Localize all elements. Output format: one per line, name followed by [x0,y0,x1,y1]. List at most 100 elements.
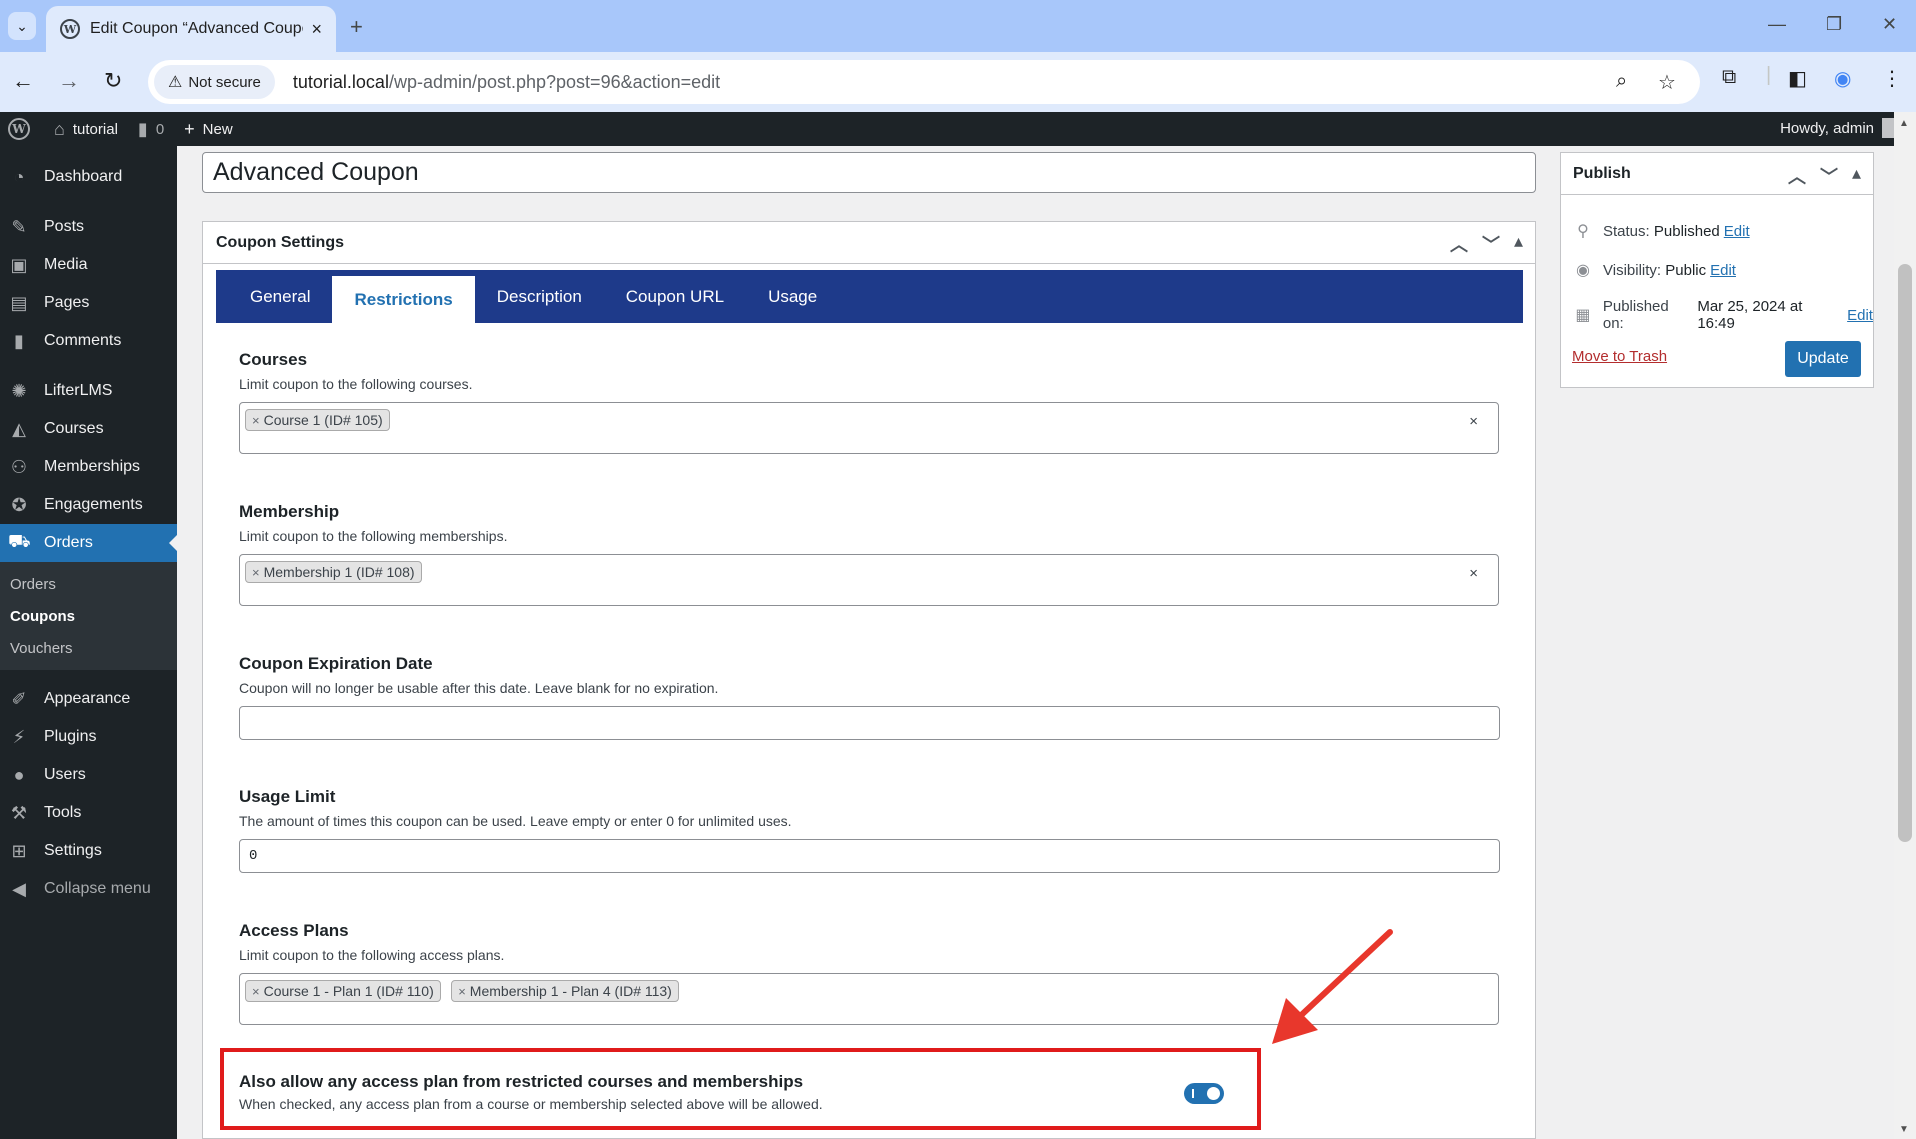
page-scrollbar[interactable]: ▲ ▼ [1894,112,1916,1139]
status-value: Published [1653,222,1720,240]
move-to-trash-link[interactable]: Move to Trash [1572,348,1667,365]
course-chip: × Course 1 (ID# 105) [245,409,390,431]
collapse-label: Collapse menu [44,880,151,897]
edit-status-link[interactable]: Edit [1724,223,1750,240]
comment-bubble-icon: ▮ [137,118,148,139]
tab-description[interactable]: Description [475,270,604,323]
lifterlms-icon: ✺ [11,380,27,401]
access-plan-chip: × Course 1 - Plan 1 (ID# 110) [245,980,441,1002]
forward-icon[interactable]: → [58,68,80,94]
zoom-icon[interactable]: ⌕ [1616,70,1627,93]
wordpress-logo-icon[interactable]: W [8,118,30,140]
sidebar-item-label: Plugins [44,728,97,745]
scrollbar-thumb[interactable] [1898,264,1912,842]
address-bar[interactable]: ⚠ Not secure tutorial.local/wp-admin/pos… [148,60,1700,104]
tab-search-button[interactable]: ⌄ [8,12,36,40]
toggle-panel-icon[interactable]: ▴ [1852,163,1861,189]
sidebar-item-label: Orders [44,534,93,551]
extensions-icon[interactable]: ⧉ [1722,66,1736,89]
expiration-date-input[interactable] [239,706,1500,740]
profile-icon[interactable]: ◉ [1834,66,1851,91]
back-icon[interactable]: ← [12,68,34,94]
remove-chip-icon[interactable]: × [458,984,466,999]
sidebar-item-posts[interactable]: ✎ Posts [0,208,177,246]
clear-selection-icon[interactable]: × [1469,413,1478,430]
minimize-icon[interactable]: — [1768,14,1786,35]
new-tab-icon[interactable]: + [350,14,363,40]
security-chip[interactable]: ⚠ Not secure [154,65,275,99]
settings-tabs: General Restrictions Description Coupon … [216,270,1523,323]
allow-any-plan-toggle[interactable] [1184,1083,1224,1104]
move-up-icon[interactable]: ︿ [1450,231,1468,257]
groups-icon: ⚇ [10,456,28,477]
publish-metabox: Publish ︿ ﹀ ▴ ⚲ Status: Published Edit ◉… [1560,152,1874,388]
published-value: Mar 25, 2024 at 16:49 [1697,298,1803,332]
browser-toolbar: ← → ↻ ⚠ Not secure tutorial.local/wp-adm… [0,52,1916,112]
membership-select[interactable]: × Membership 1 (ID# 108) × [239,554,1499,606]
remove-chip-icon[interactable]: × [252,565,260,580]
tab-coupon-url[interactable]: Coupon URL [604,270,746,323]
adminbar-site-link[interactable]: ⌂ tutorial [54,119,118,140]
sidebar-item-comments[interactable]: ▮ Comments [0,322,177,360]
submenu-item-orders[interactable]: Orders [0,568,177,600]
media-icon: ▣ [10,254,28,275]
courses-select[interactable]: × Course 1 (ID# 105) × [239,402,1499,454]
sidebar-item-tools[interactable]: ⚒ Tools [0,794,177,832]
close-window-icon[interactable]: ✕ [1882,14,1897,35]
adminbar-account[interactable]: Howdy, admin [1780,118,1902,138]
tab-restrictions[interactable]: Restrictions [332,276,475,323]
sidebar-item-media[interactable]: ▣ Media [0,246,177,284]
toggle-panel-icon[interactable]: ▴ [1514,231,1523,257]
access-plans-select[interactable]: × Course 1 - Plan 1 (ID# 110) × Membership… [239,973,1499,1025]
remove-chip-icon[interactable]: × [252,984,260,999]
collapse-menu-button[interactable]: ◀ Collapse menu [0,870,177,908]
reload-icon[interactable]: ↻ [104,68,122,94]
update-button[interactable]: Update [1785,341,1861,377]
bookmark-star-icon[interactable]: ☆ [1658,70,1676,95]
usage-limit-label: Usage Limit [239,787,336,806]
browser-menu-icon[interactable]: ⋮ [1882,66,1902,91]
sidebar-item-settings[interactable]: ⊞ Settings [0,832,177,870]
sidebar-item-users[interactable]: ● Users [0,756,177,794]
sidebar-item-courses[interactable]: ◭ Courses [0,410,177,448]
sidebar-item-memberships[interactable]: ⚇ Memberships [0,448,177,486]
submenu-item-vouchers[interactable]: Vouchers [0,632,177,664]
tab-general[interactable]: General [228,270,332,323]
sidebar-item-label: Courses [44,420,104,437]
scroll-up-icon[interactable]: ▲ [1899,118,1909,129]
restore-icon[interactable]: ❐ [1826,14,1842,35]
adminbar-new-link[interactable]: + New [184,119,233,140]
clear-selection-icon[interactable]: × [1469,565,1478,582]
membership-chip: × Membership 1 (ID# 108) [245,561,422,583]
adminbar-comments-link[interactable]: ▮ 0 [138,119,164,140]
browser-tab-active[interactable]: W Edit Coupon “Advanced Coupo… × [46,6,336,52]
sidebar-item-lifterlms[interactable]: ✺ LifterLMS [0,372,177,410]
sidebar-item-appearance[interactable]: ✐ Appearance [0,680,177,718]
sidebar-item-plugins[interactable]: ⚡ Plugins [0,718,177,756]
metabox-title: Coupon Settings [216,233,344,251]
sidebar-item-pages[interactable]: ▤ Pages [0,284,177,322]
pin-icon: ⚲ [1577,223,1589,240]
move-up-icon[interactable]: ︿ [1788,163,1806,189]
edit-visibility-link[interactable]: Edit [1710,262,1736,279]
url-text[interactable]: tutorial.local/wp-admin/post.php?post=96… [293,72,720,93]
scroll-down-icon[interactable]: ▼ [1899,1124,1909,1135]
admin-sidebar: ◔ Dashboard ✎ Posts ▣ Media ▤ Pages ▮ Comment… [0,146,177,1139]
publish-header: Publish ︿ ﹀ ▴ [1561,153,1873,195]
move-down-icon[interactable]: ﹀ [1482,231,1500,257]
expiration-desc: Coupon will no longer be usable after th… [239,680,719,696]
sidebar-item-orders[interactable]: ⛟ Orders [0,524,177,562]
edit-date-link[interactable]: Edit [1847,307,1873,324]
submenu-item-coupons[interactable]: Coupons [0,600,177,632]
comments-count: 0 [155,120,165,138]
close-tab-icon[interactable]: × [311,19,322,40]
sidebar-item-dashboard[interactable]: ◔ Dashboard [0,158,177,196]
sidebar-item-engagements[interactable]: ✪ Engagements [0,486,177,524]
remove-chip-icon[interactable]: × [252,413,260,428]
post-title-input[interactable]: Advanced Coupon [202,152,1536,193]
side-panel-icon[interactable]: ◧ [1788,66,1807,91]
usage-limit-input[interactable]: 0 [239,839,1500,873]
tab-usage[interactable]: Usage [746,270,839,323]
tab-title: Edit Coupon “Advanced Coupo… [90,20,304,37]
move-down-icon[interactable]: ﹀ [1820,163,1838,189]
